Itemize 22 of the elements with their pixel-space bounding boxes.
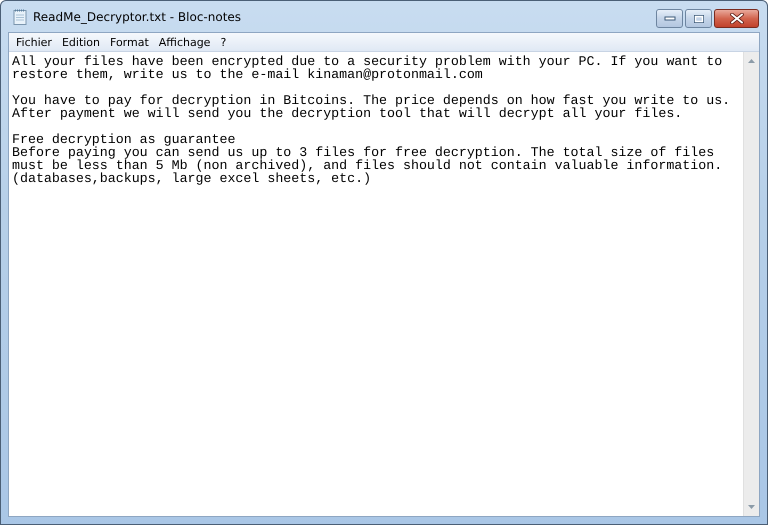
close-button[interactable] [714,9,759,28]
maximize-button[interactable] [685,9,712,28]
menu-item[interactable]: ? [215,33,232,51]
text-line: All your files have been encrypted due to a security problem with your PC. If you want to [12,55,724,68]
text-area[interactable] [9,52,759,516]
text-line: must be less than 5 Mb (non archived), and files should not contain valuable information. [12,159,724,172]
document-icon [13,8,27,24]
menu-item[interactable]: Format [105,33,154,51]
maximize-icon [692,14,704,24]
text-line: Free decryption as guarantee [12,133,236,146]
window-title: ReadMe_Decryptor.txt - Bloc-notes [33,10,242,24]
minimize-button[interactable] [656,9,683,28]
text-line: restore them, write us to the e-mail kinaman@protonmail.com [12,68,483,81]
menu-item[interactable]: Edition [56,33,106,51]
menu-item[interactable]: Affichage [154,33,216,51]
text-line: Before paying you can send us up to 3 files for free decryption. The total size of files [12,146,714,159]
close-icon [730,13,744,24]
menu-item[interactable]: Fichier [11,33,57,51]
text-line: After payment we will send you the decryption tool that will decrypt all your files. [12,107,684,120]
text-line: (databases,backups, large excel sheets, etc.) [12,172,372,185]
text-line: You have to pay for decryption in Bitcoins. The price depends on how fast you write to us. [12,94,732,107]
minimize-icon [664,16,676,22]
